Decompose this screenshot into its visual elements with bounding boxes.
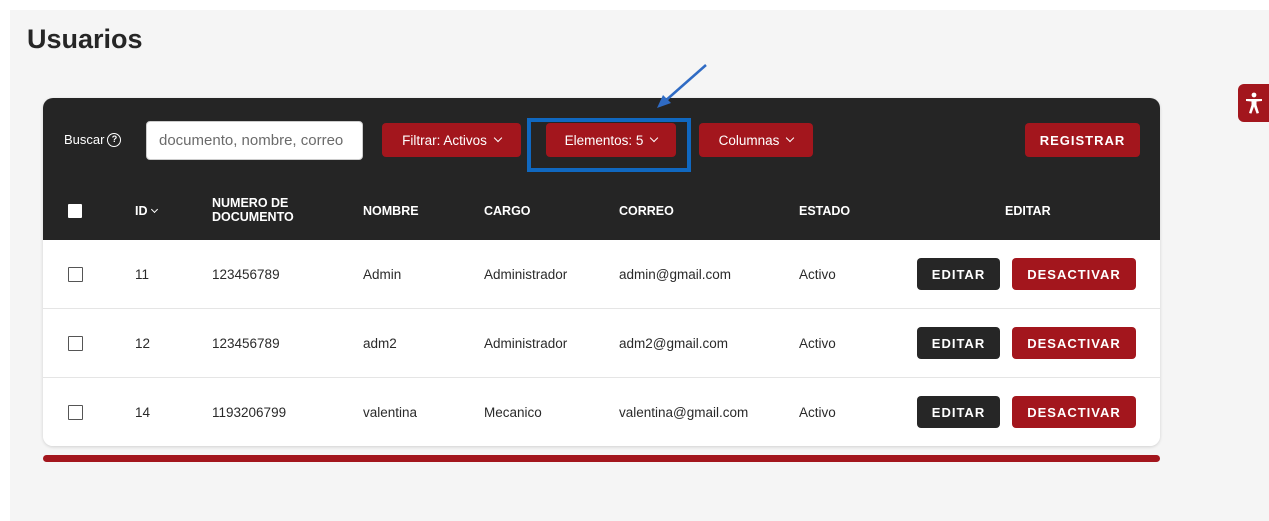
arrow-icon: [657, 64, 707, 108]
select-all-checkbox[interactable]: [68, 204, 82, 218]
filter-label: Filtrar: Activos: [402, 132, 487, 148]
cell-id: 11: [135, 267, 150, 282]
edit-button[interactable]: EDITAR: [917, 396, 1000, 428]
horizontal-scrollbar[interactable]: [43, 455, 1160, 462]
search-label-text: Buscar: [64, 132, 105, 147]
cell-estado: Activo: [799, 267, 836, 282]
cell-documento: 1193206799: [212, 405, 287, 420]
search-input[interactable]: [146, 121, 363, 160]
column-header-id-label: ID: [135, 204, 148, 218]
cell-id: 12: [135, 336, 151, 351]
help-icon[interactable]: ?: [107, 132, 122, 147]
column-header-correo: CORREO: [619, 204, 674, 218]
column-header-estado: ESTADO: [799, 204, 851, 218]
cell-nombre: valentina: [363, 405, 418, 420]
cell-documento: 123456789: [212, 336, 280, 351]
cell-cargo: Mecanico: [484, 405, 542, 420]
cell-correo: adm2@gmail.com: [619, 336, 728, 351]
table-row: 11 123456789 Admin Administrador admin@g…: [43, 240, 1160, 309]
cell-correo: admin@gmail.com: [619, 267, 731, 282]
register-button[interactable]: REGISTRAR: [1025, 123, 1140, 157]
column-header-editar: EDITAR: [1005, 204, 1051, 218]
column-header-nombre: NOMBRE: [363, 204, 419, 218]
deactivate-button[interactable]: DESACTIVAR: [1012, 258, 1136, 290]
chevron-down-icon: [150, 205, 158, 214]
row-checkbox[interactable]: [68, 336, 83, 351]
row-checkbox[interactable]: [68, 267, 83, 282]
table-row: 12 123456789 adm2 Administrador adm2@gma…: [43, 309, 1160, 378]
cell-nombre: Admin: [363, 267, 402, 282]
row-checkbox[interactable]: [68, 405, 83, 420]
accessibility-icon: [1245, 92, 1262, 114]
annotation-highlight-box: [527, 118, 691, 172]
cell-estado: Activo: [799, 405, 836, 420]
deactivate-button[interactable]: DESACTIVAR: [1012, 396, 1136, 428]
column-header-id[interactable]: ID: [135, 204, 158, 218]
accessibility-button[interactable]: [1238, 84, 1269, 122]
columns-label: Columnas: [718, 132, 780, 148]
page-title: Usuarios: [27, 24, 143, 54]
cell-estado: Activo: [799, 336, 836, 351]
cell-cargo: Administrador: [484, 336, 568, 351]
cell-documento: 123456789: [212, 267, 280, 282]
chevron-down-icon: [493, 133, 503, 143]
column-header-cargo: CARGO: [484, 204, 531, 218]
table-row: 14 1193206799 valentina Mecanico valenti…: [43, 378, 1160, 446]
column-header-documento: NUMERO DE DOCUMENTO: [212, 196, 294, 224]
edit-button[interactable]: EDITAR: [917, 258, 1000, 290]
cell-nombre: adm2: [363, 336, 397, 351]
cell-correo: valentina@gmail.com: [619, 405, 749, 420]
search-label: Buscar ?: [64, 132, 122, 147]
cell-cargo: Administrador: [484, 267, 568, 282]
edit-button[interactable]: EDITAR: [917, 327, 1000, 359]
filter-dropdown-button[interactable]: Filtrar: Activos: [382, 123, 521, 157]
deactivate-button[interactable]: DESACTIVAR: [1012, 327, 1136, 359]
columns-dropdown-button[interactable]: Columnas: [699, 123, 813, 157]
cell-id: 14: [135, 405, 151, 420]
chevron-down-icon: [786, 133, 795, 143]
